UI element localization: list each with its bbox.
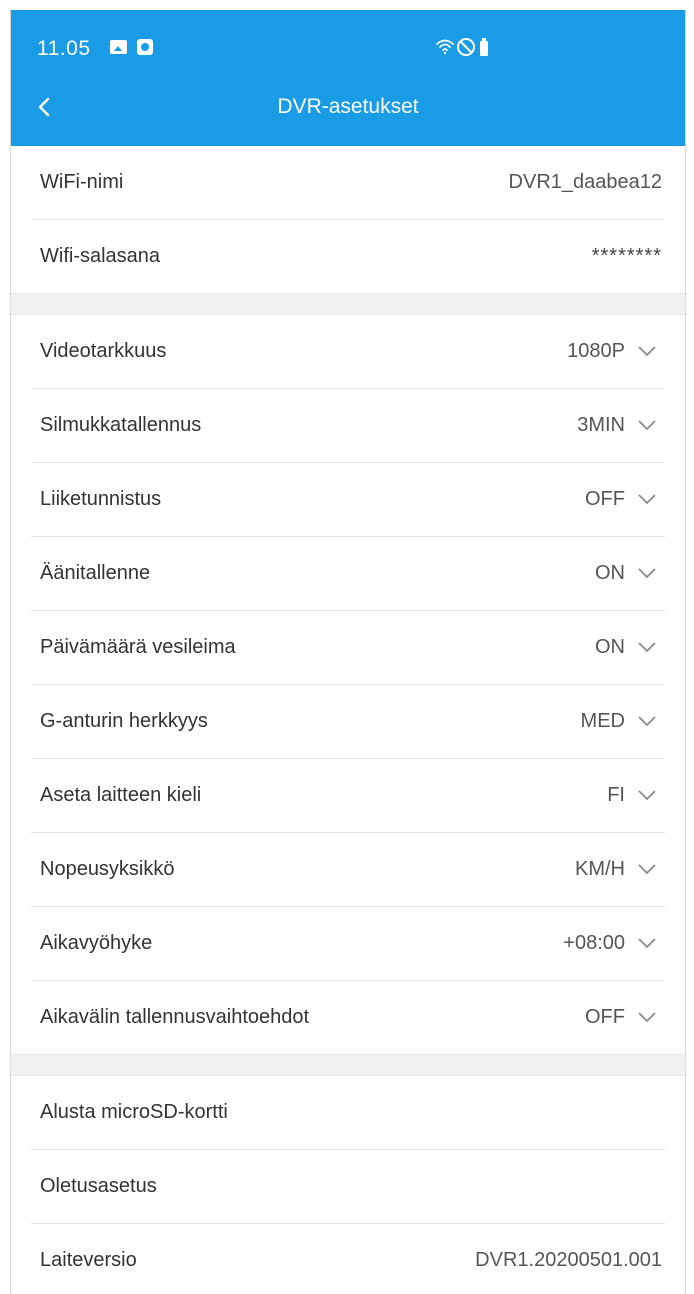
- setting-label: Aikavälin tallennusvaihtoehdot: [40, 1006, 310, 1028]
- status-time: 11.05: [37, 37, 91, 60]
- setting-row-time-zone[interactable]: Aikavyöhyke +08:00: [31, 907, 665, 981]
- setting-label: Silmukkatallennus: [40, 414, 202, 436]
- chevron-down-icon[interactable]: [637, 641, 657, 653]
- setting-label: Videotarkkuus: [40, 340, 167, 362]
- chevron-down-icon[interactable]: [637, 345, 657, 357]
- setting-label: G-anturin herkkyys: [40, 710, 208, 732]
- chevron-down-icon[interactable]: [637, 715, 657, 727]
- setting-value: OFF: [585, 1006, 625, 1028]
- default-settings-label: Oletusasetus: [40, 1175, 157, 1197]
- chevron-down-icon[interactable]: [637, 493, 657, 505]
- wifi-password-row[interactable]: Wifi-salasana ********: [31, 220, 665, 293]
- setting-value: KM/H: [575, 858, 625, 880]
- setting-row-device-language[interactable]: Aseta laitteen kieli FI: [31, 759, 665, 833]
- setting-value: 1080P: [567, 340, 625, 362]
- setting-value: 3MIN: [577, 414, 625, 436]
- setting-label: Päivämäärä vesileima: [40, 636, 236, 658]
- setting-value: ON: [595, 636, 625, 658]
- chevron-down-icon[interactable]: [637, 419, 657, 431]
- settings-list: WiFi-nimi DVR1_daabea12 Wifi-salasana **…: [11, 146, 685, 1294]
- chevron-down-icon[interactable]: [637, 1011, 657, 1023]
- setting-label: Aseta laitteen kieli: [40, 784, 202, 806]
- wifi-name-row[interactable]: WiFi-nimi DVR1_daabea12: [31, 146, 665, 220]
- app-bar: 11.05 DVR-asetukset: [11, 10, 685, 146]
- section-divider: [11, 293, 685, 315]
- setting-label: Nopeusyksikkö: [40, 858, 175, 880]
- image-icon: [110, 40, 127, 54]
- wifi-name-value: DVR1_daabea12: [508, 171, 662, 193]
- setting-row-video-resolution[interactable]: Videotarkkuus 1080P: [31, 315, 665, 389]
- chevron-down-icon[interactable]: [637, 937, 657, 949]
- device-version-row: Laiteversio DVR1.20200501.001: [31, 1224, 665, 1294]
- setting-value: MED: [580, 710, 625, 732]
- setting-value: ON: [595, 562, 625, 584]
- setting-value: OFF: [585, 488, 625, 510]
- setting-label: Aikavyöhyke: [40, 932, 153, 954]
- wifi-password-value: ********: [591, 245, 662, 267]
- setting-row-date-watermark[interactable]: Päivämäärä vesileima ON: [31, 611, 665, 685]
- setting-label: Äänitallenne: [40, 562, 151, 584]
- chevron-down-icon[interactable]: [637, 567, 657, 579]
- wifi-icon: [436, 39, 454, 55]
- device-version-label: Laiteversio: [40, 1249, 137, 1271]
- battery-icon: [480, 38, 488, 56]
- setting-label: Liiketunnistus: [40, 488, 162, 510]
- setting-row-timelapse[interactable]: Aikavälin tallennusvaihtoehdot OFF: [31, 981, 665, 1054]
- notification-icon: [137, 39, 153, 55]
- setting-row-g-sensor[interactable]: G-anturin herkkyys MED: [31, 685, 665, 759]
- setting-value: +08:00: [563, 932, 625, 954]
- setting-row-loop-recording[interactable]: Silmukkatallennus 3MIN: [31, 389, 665, 463]
- setting-row-speed-unit[interactable]: Nopeusyksikkö KM/H: [31, 833, 665, 907]
- default-settings-row[interactable]: Oletusasetus: [31, 1150, 665, 1224]
- setting-row-motion-detection[interactable]: Liiketunnistus OFF: [31, 463, 665, 537]
- section-divider: [11, 1054, 685, 1076]
- format-sd-label: Alusta microSD-kortti: [40, 1101, 228, 1123]
- setting-row-audio-recording[interactable]: Äänitallenne ON: [31, 537, 665, 611]
- wifi-name-label: WiFi-nimi: [40, 171, 124, 193]
- do-not-disturb-icon: [457, 38, 475, 56]
- chevron-down-icon[interactable]: [637, 863, 657, 875]
- setting-value: FI: [607, 784, 625, 806]
- device-version-value: DVR1.20200501.001: [475, 1249, 662, 1271]
- status-icons: [436, 38, 488, 56]
- format-sd-row[interactable]: Alusta microSD-kortti: [31, 1076, 665, 1150]
- wifi-password-label: Wifi-salasana: [40, 245, 161, 267]
- page-title: DVR-asetukset: [277, 95, 419, 118]
- app-screen: 11.05 DVR-asetukset WiFi-nimi DVR1_daabe…: [10, 10, 686, 1294]
- chevron-down-icon[interactable]: [637, 789, 657, 801]
